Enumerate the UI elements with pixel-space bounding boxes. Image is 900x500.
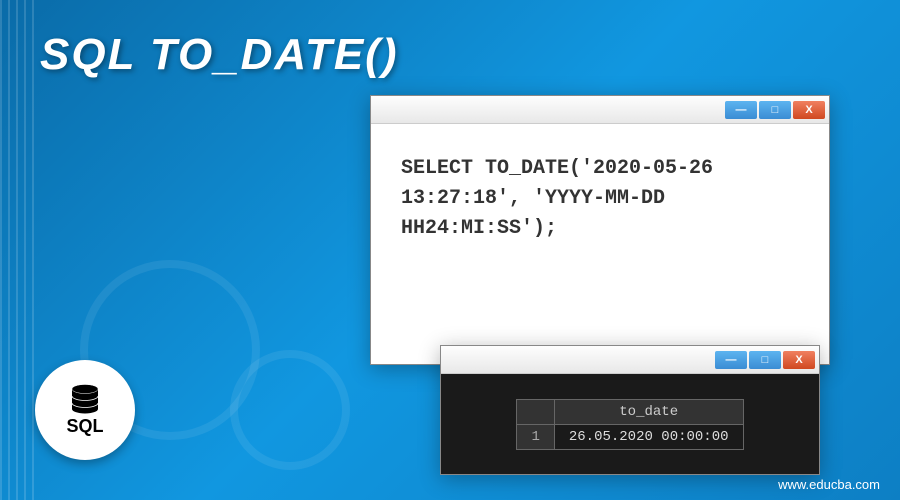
code-window-titlebar: — □ X xyxy=(371,96,829,124)
table-row: 1 26.05.2020 00:00:00 xyxy=(517,424,743,449)
code-line: HH24:MI:SS'); xyxy=(401,214,799,244)
database-icon xyxy=(69,384,101,414)
close-button[interactable]: X xyxy=(783,351,815,369)
table-header: to_date xyxy=(554,399,743,424)
minimize-button[interactable]: — xyxy=(715,351,747,369)
website-url: www.educba.com xyxy=(778,477,880,492)
result-table: to_date 1 26.05.2020 00:00:00 xyxy=(516,399,743,450)
maximize-button[interactable]: □ xyxy=(759,101,791,119)
row-number: 1 xyxy=(517,424,554,449)
minimize-button[interactable]: — xyxy=(725,101,757,119)
result-window: — □ X to_date 1 26.05.2020 00:00:00 xyxy=(440,345,820,475)
result-window-titlebar: — □ X xyxy=(441,346,819,374)
sql-badge-label: SQL xyxy=(66,416,103,437)
result-body: to_date 1 26.05.2020 00:00:00 xyxy=(441,374,819,474)
table-corner xyxy=(517,399,554,424)
code-line: 13:27:18', 'YYYY-MM-DD xyxy=(401,184,799,214)
code-line: SELECT TO_DATE('2020-05-26 xyxy=(401,154,799,184)
code-content: SELECT TO_DATE('2020-05-26 13:27:18', 'Y… xyxy=(371,124,829,274)
page-title: SQL TO_DATE() xyxy=(40,30,398,80)
result-value: 26.05.2020 00:00:00 xyxy=(554,424,743,449)
bg-gear-decoration xyxy=(230,350,350,470)
sql-badge: SQL xyxy=(35,360,135,460)
code-window: — □ X SELECT TO_DATE('2020-05-26 13:27:1… xyxy=(370,95,830,365)
maximize-button[interactable]: □ xyxy=(749,351,781,369)
close-button[interactable]: X xyxy=(793,101,825,119)
bg-stripes-decoration xyxy=(0,0,40,500)
